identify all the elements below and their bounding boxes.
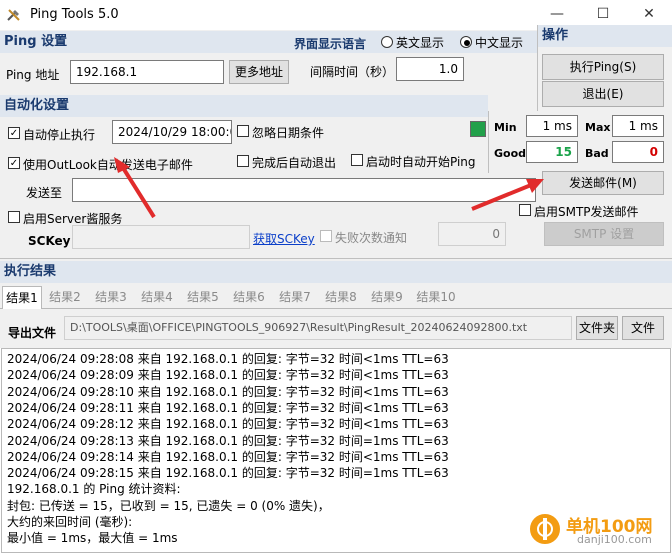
fail-notify-checkbox[interactable] — [320, 230, 332, 242]
export-label: 导出文件 — [8, 326, 57, 340]
min-value: 1 ms — [526, 115, 578, 137]
result-line: 192.168.0.1 的 Ping 统计资料: — [7, 482, 181, 497]
file-button[interactable]: 文件 — [622, 316, 664, 340]
tab-result-10[interactable]: 结果10 — [410, 286, 462, 309]
watermark-logo-icon — [528, 512, 562, 546]
result-line: 2024/06/24 09:28:12 来自 192.168.0.1 的回复: … — [7, 417, 449, 432]
tab-result-1[interactable]: 结果1 — [2, 286, 42, 309]
fail-notify-input[interactable]: 0 — [438, 222, 506, 246]
operations-divider — [537, 25, 538, 111]
result-line: 2024/06/24 09:28:11 来自 192.168.0.1 的回复: … — [7, 400, 449, 415]
tab-result-8[interactable]: 结果8 — [318, 286, 364, 309]
good-label: Good — [494, 147, 527, 160]
exit-button[interactable]: 退出(E) — [542, 81, 664, 107]
watermark-url: danji100.com — [577, 533, 652, 546]
result-tabs: 结果1 结果2 结果3 结果4 结果5 结果6 结果7 结果8 结果9 结果10 — [0, 285, 672, 309]
stats-divider — [488, 111, 489, 173]
smtp-settings-button[interactable]: SMTP 设置 — [544, 222, 664, 246]
automation-header: 自动化设置 — [0, 95, 488, 117]
results-header: 执行结果 — [0, 261, 672, 283]
status-indicator — [470, 121, 486, 137]
result-line: 大约的来回时间 (毫秒): — [7, 515, 133, 529]
tab-result-5[interactable]: 结果5 — [180, 286, 226, 309]
radio-english-label: 英文显示 — [396, 36, 445, 50]
ignore-date-label: 忽略日期条件 — [252, 126, 325, 140]
sckey-input[interactable] — [72, 225, 250, 249]
result-line: 2024/06/24 09:28:15 来自 192.168.0.1 的回复: … — [7, 466, 449, 481]
tab-result-4[interactable]: 结果4 — [134, 286, 180, 309]
result-line: 最小值 = 1ms，最大值 = 1ms — [7, 531, 178, 546]
good-value: 15 — [526, 141, 578, 163]
exit-after-label: 完成后自动退出 — [252, 156, 337, 170]
ping-address-input[interactable]: 192.168.1 — [70, 60, 224, 84]
datetime-input[interactable]: 2024/10/29 18:00:00 — [112, 120, 232, 144]
result-line: 2024/06/24 09:28:08 来自 192.168.0.1 的回复: … — [7, 352, 449, 366]
radio-chinese-label: 中文显示 — [475, 36, 524, 50]
ping-address-label: Ping 地址 — [6, 68, 60, 82]
server-chan-checkbox[interactable] — [8, 211, 20, 223]
tab-result-7[interactable]: 结果7 — [272, 286, 318, 309]
max-value: 1 ms — [612, 115, 664, 137]
smtp-enable-checkbox[interactable] — [519, 204, 531, 216]
run-ping-button[interactable]: 执行Ping(S) — [542, 54, 664, 80]
max-label: Max — [585, 121, 611, 134]
result-line: 2024/06/24 09:28:10 来自 192.168.0.1 的回复: … — [7, 384, 449, 399]
language-label: 界面显示语言 — [294, 37, 367, 51]
tab-result-3[interactable]: 结果3 — [88, 286, 134, 309]
operations-header: 操作 — [538, 25, 672, 47]
auto-stop-checkbox[interactable]: ✓ — [8, 127, 20, 139]
interval-input[interactable]: 1.0 — [396, 57, 464, 81]
results-divider — [0, 258, 672, 259]
fail-notify-label: 失败次数通知 — [335, 231, 408, 245]
window-title: Ping Tools 5.0 — [30, 7, 119, 22]
app-tools-icon — [7, 9, 20, 21]
start-ping-checkbox[interactable] — [351, 154, 363, 166]
use-outlook-label: 使用OutLook自动发送电子邮件 — [23, 158, 193, 172]
get-sckey-link[interactable]: 获取SCKey — [253, 230, 315, 247]
exit-after-checkbox[interactable] — [237, 155, 249, 167]
radio-english[interactable] — [381, 36, 393, 48]
send-mail-button[interactable]: 发送邮件(M) — [542, 171, 664, 195]
result-line: 2024/06/24 09:28:14 来自 192.168.0.1 的回复: … — [7, 449, 449, 464]
start-ping-label: 启动时自动开始Ping — [366, 155, 476, 169]
result-line: 封包: 已传送 = 15，已收到 = 15, 已遗失 = 0 (0% 遗失)， — [7, 498, 330, 513]
smtp-enable-label: 启用SMTP发送邮件 — [534, 205, 639, 219]
send-to-input[interactable] — [72, 178, 536, 202]
more-address-button[interactable]: 更多地址 — [229, 60, 289, 84]
sckey-label: SCKey — [28, 234, 71, 248]
result-line: 2024/06/24 09:28:13 来自 192.168.0.1 的回复: … — [7, 433, 449, 448]
export-path-input[interactable]: D:\TOOLS\桌面\OFFICE\PINGTOOLS_906927\Resu… — [64, 316, 572, 340]
tab-result-2[interactable]: 结果2 — [42, 286, 88, 309]
tab-result-9[interactable]: 结果9 — [364, 286, 410, 309]
min-label: Min — [494, 121, 517, 134]
ignore-date-checkbox[interactable] — [237, 125, 249, 137]
auto-stop-label: 自动停止执行 — [23, 128, 96, 142]
radio-chinese[interactable] — [460, 36, 472, 48]
folder-button[interactable]: 文件夹 — [576, 316, 618, 340]
send-to-label: 发送至 — [26, 186, 63, 200]
bad-label: Bad — [585, 147, 609, 160]
result-line: 2024/06/24 09:28:09 来自 192.168.0.1 的回复: … — [7, 368, 449, 383]
use-outlook-checkbox[interactable]: ✓ — [8, 157, 20, 169]
ping-settings-header: Ping 设置 — [0, 31, 289, 53]
interval-label: 间隔时间（秒） — [310, 65, 395, 79]
tab-result-6[interactable]: 结果6 — [226, 286, 272, 309]
bad-value: 0 — [612, 141, 664, 163]
